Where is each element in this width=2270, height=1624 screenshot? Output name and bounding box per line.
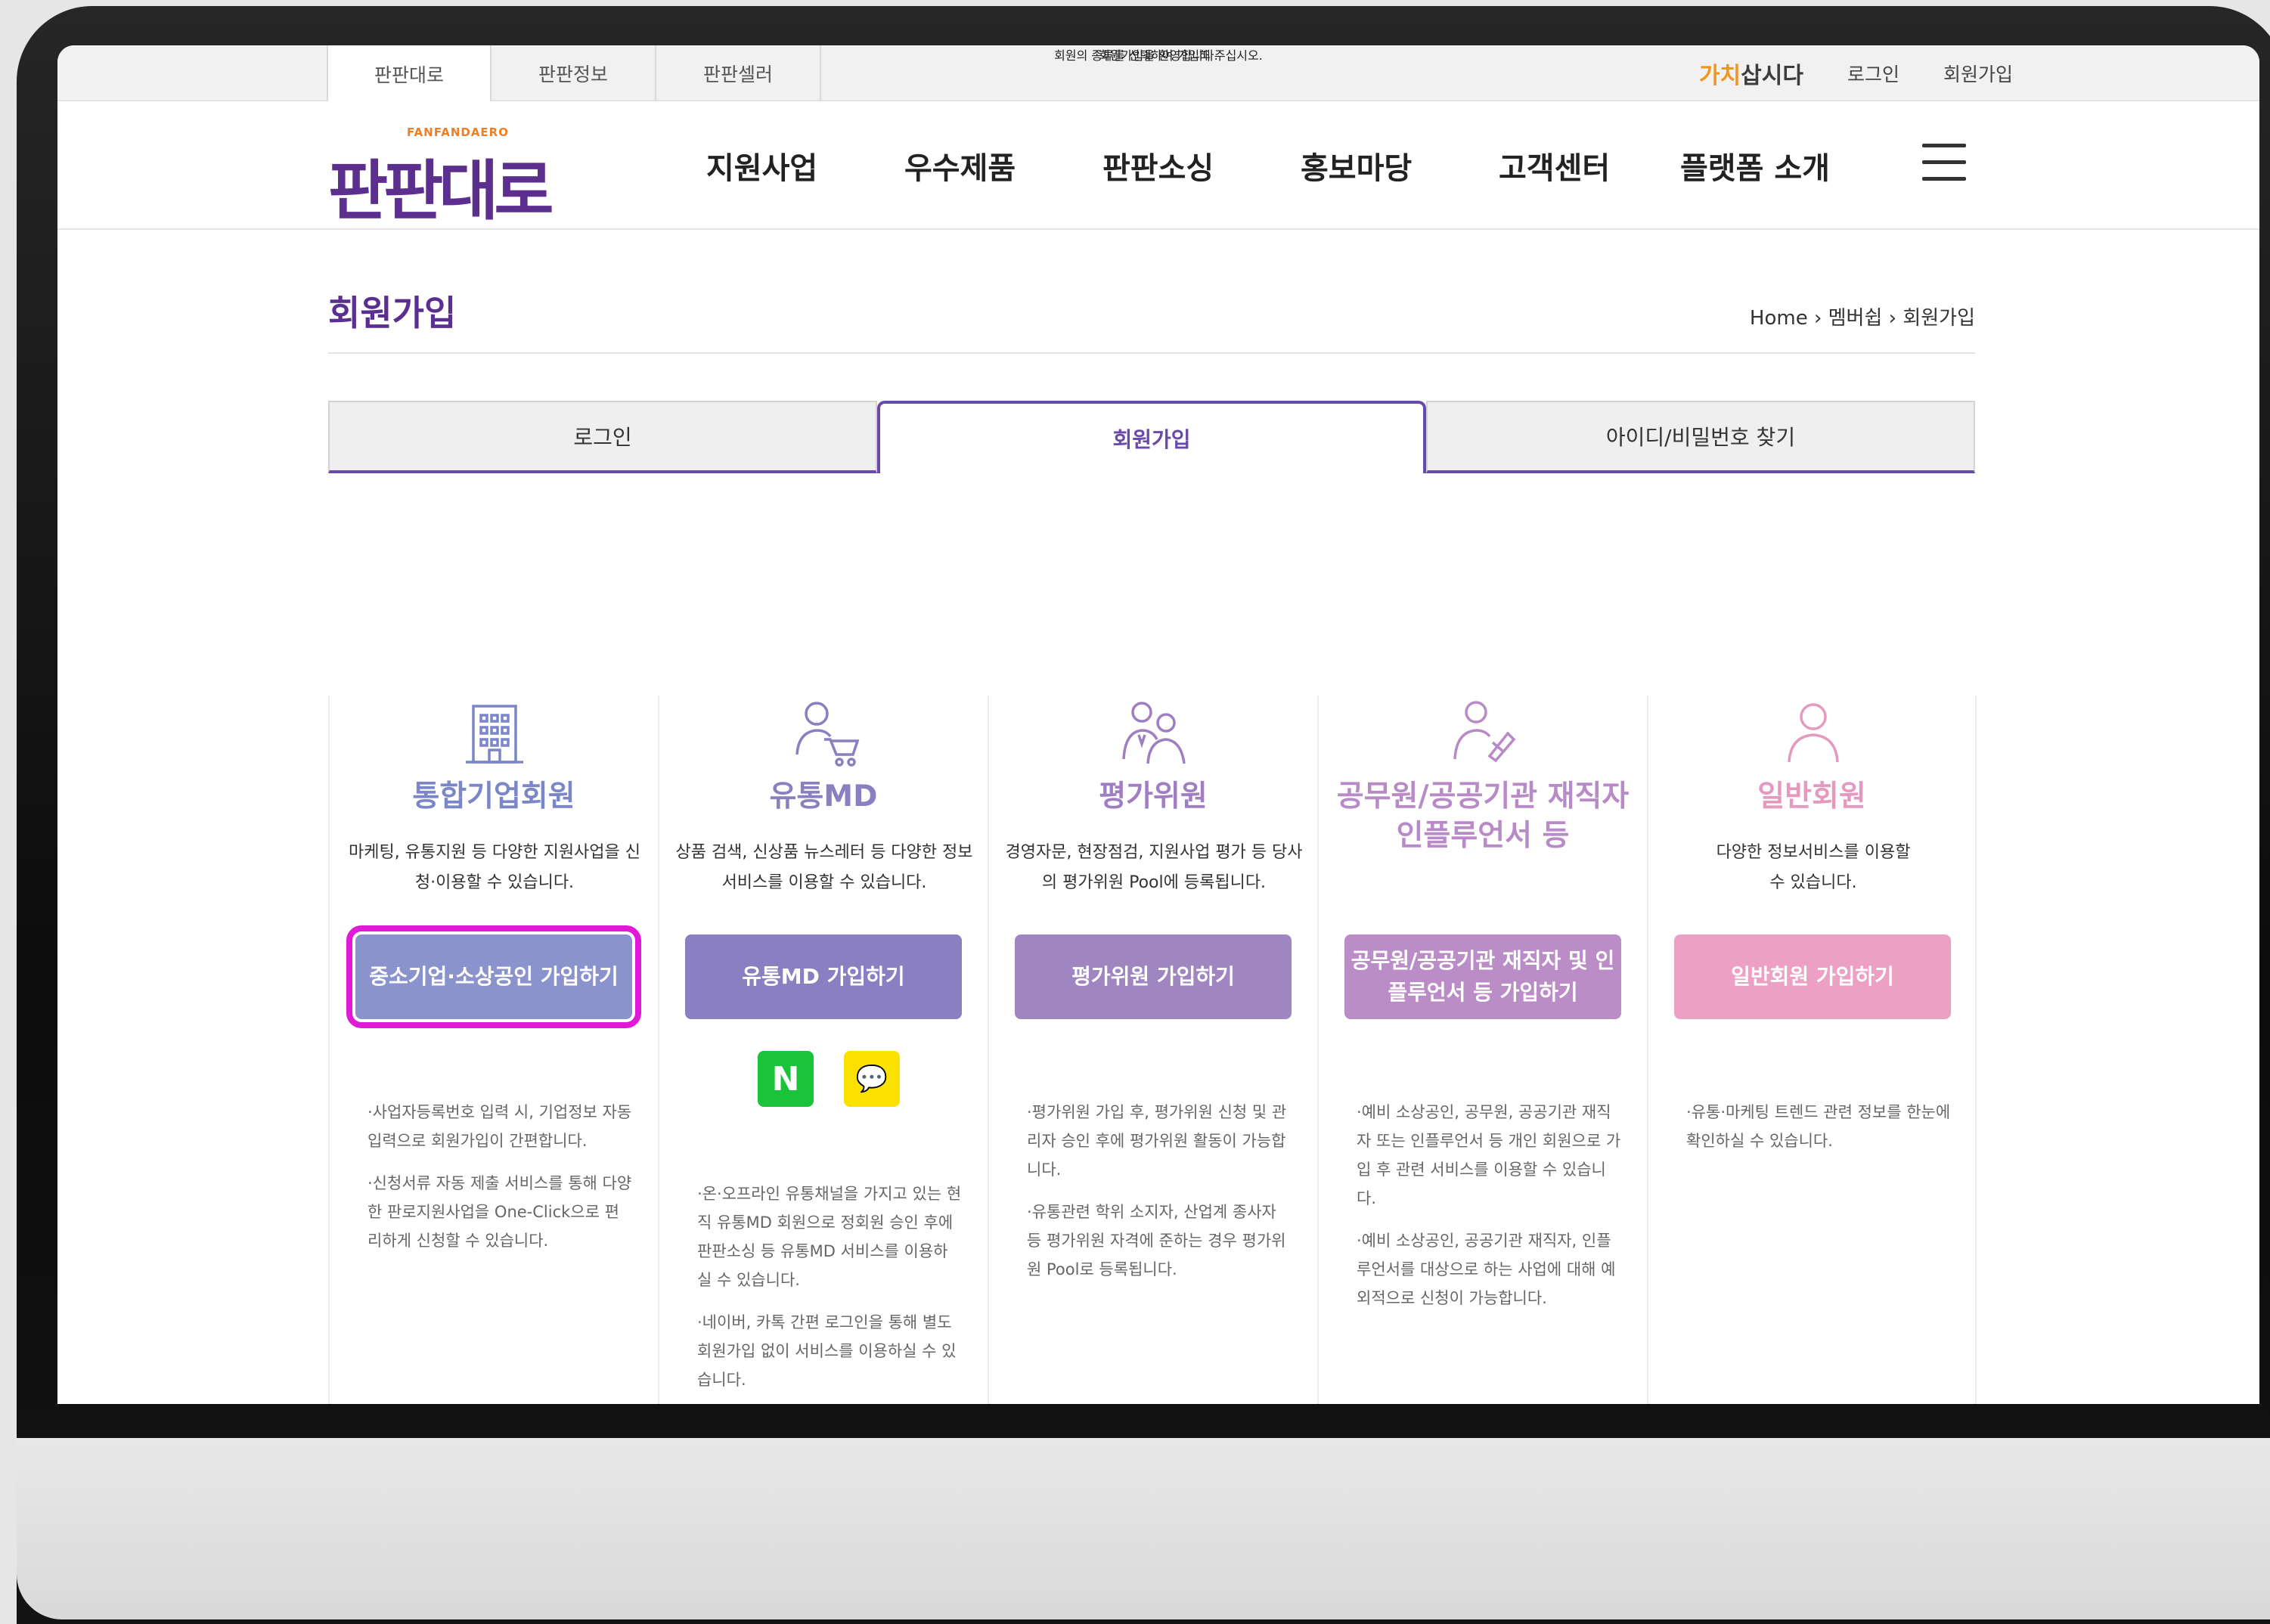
menu-platform-intro[interactable]: 플랫폼 소개	[1680, 144, 1830, 188]
divider	[328, 352, 1975, 354]
member-notes: ·사업자등록번호 입력 시, 기업정보 자동입력으로 회원가입이 간편합니다. …	[367, 1103, 632, 1250]
hamburger-menu-icon[interactable]	[1922, 144, 1966, 183]
menu-promotion[interactable]: 홍보마당	[1301, 144, 1499, 188]
main-menu: 지원사업 우수제품 판판소싱 홍보마당 고객센터 플랫폼 소개	[706, 101, 1830, 230]
tab-signup[interactable]: 회원가입	[877, 401, 1426, 473]
member-title: 평가위원	[1099, 779, 1208, 814]
page-title: 회원가입	[328, 293, 457, 333]
menu-fanfan-sourcing[interactable]: 판판소싱	[1102, 144, 1301, 188]
signup-link[interactable]: 회원가입	[1943, 60, 2013, 87]
member-title: 일반회원	[1757, 779, 1866, 814]
naver-login-icon[interactable]: N	[758, 1051, 814, 1107]
member-tabs: 로그인 회원가입 아이디/비밀번호 찾기	[328, 401, 1975, 473]
welcome-subtext: 회원의 종류를 선택하여 가입해 주십시오.	[1054, 48, 1263, 63]
member-card-md: 유통MD 상품 검색, 신상품 뉴스레터 등 다양한 정보서비스를 이용할 수 …	[658, 696, 988, 1404]
shopping-cart-user-icon	[795, 702, 860, 767]
menu-customer-center[interactable]: 고객센터	[1499, 144, 1680, 188]
member-title: 공무원/공공기관 재직자 인플루언서 등	[1336, 779, 1630, 853]
signup-general-button[interactable]: 일반회원 가입하기	[1674, 934, 1951, 1019]
breadcrumb: Home › 멤버쉽 › 회원가입	[1749, 307, 1975, 330]
menu-excellent-products[interactable]: 우수제품	[904, 144, 1102, 188]
menu-support-projects[interactable]: 지원사업	[706, 144, 904, 188]
member-description: 다양한 정보서비스를 이용할 수 있습니다.	[1716, 843, 1911, 892]
login-link[interactable]: 로그인	[1847, 60, 1899, 87]
social-login: N 💬	[758, 1051, 900, 1107]
signup-evaluator-button[interactable]: 평가위원 가입하기	[1015, 934, 1292, 1019]
kakao-login-icon[interactable]: 💬	[844, 1051, 900, 1107]
member-title: 통합기업회원	[412, 779, 575, 814]
building-icon	[466, 705, 523, 764]
official-influencer-icon	[1453, 701, 1516, 763]
member-notes: ·온·오프라인 유통채널을 가지고 있는 현직 유통MD 회원으로 정회원 승인…	[697, 1185, 962, 1389]
tab-find-account[interactable]: 아이디/비밀번호 찾기	[1426, 401, 1975, 473]
member-notes: ·예비 소상공인, 공무원, 공공기관 재직자 또는 인플루언서 등 개인 회원…	[1357, 1103, 1621, 1307]
member-description: 경영자문, 현장점검, 지원사업 평가 등 당사의 평가위원 Pool에 등록됩…	[1005, 843, 1303, 892]
member-card-official: 공무원/공공기관 재직자 인플루언서 등 공무원/공공기관 재직자 및 인플루언…	[1317, 696, 1647, 1404]
tab-login[interactable]: 로그인	[328, 401, 877, 473]
monitor-stand-base	[17, 1438, 2270, 1619]
member-card-company: 통합기업회원 마케팅, 유통지원 등 다양한 지원사업을 신청·이용할 수 있습…	[328, 696, 658, 1404]
site-logo[interactable]: FANFANDAERO 판판대로	[328, 121, 600, 229]
member-type-columns: 통합기업회원 마케팅, 유통지원 등 다양한 지원사업을 신청·이용할 수 있습…	[328, 696, 1977, 1404]
main-navigation: FANFANDAERO 판판대로 지원사업 우수제품 판판소싱 홍보마당 고객센…	[57, 101, 2259, 230]
member-card-evaluator: 평가위원 경영자문, 현장점검, 지원사업 평가 등 당사의 평가위원 Pool…	[988, 696, 1317, 1404]
member-notes: ·유통·마케팅 트렌드 관련 정보를 한눈에 확인하실 수 있습니다.	[1686, 1103, 1951, 1150]
member-title: 유통MD	[769, 779, 878, 814]
evaluators-icon	[1122, 702, 1186, 764]
browser-screen: 판판대로 판판정보 판판셀러 가치삽시다 로그인 회원가입 FANFANDAER…	[57, 45, 2259, 1404]
signup-md-button[interactable]: 유통MD 가입하기	[685, 934, 962, 1019]
member-description: 상품 검색, 신상품 뉴스레터 등 다양한 정보서비스를 이용할 수 있습니다.	[675, 843, 973, 892]
member-notes: ·평가위원 가입 후, 평가위원 신청 및 관리자 승인 후에 평가위원 활동이…	[1027, 1103, 1287, 1278]
member-description: 마케팅, 유통지원 등 다양한 지원사업을 신청·이용할 수 있습니다.	[348, 843, 641, 892]
signup-company-button[interactable]: 중소기업·소상공인 가입하기	[346, 925, 641, 1028]
signup-official-button[interactable]: 공무원/공공기관 재직자 및 인플루언서 등 가입하기	[1344, 934, 1621, 1019]
user-icon	[1788, 703, 1839, 763]
member-card-general: 일반회원 다양한 정보서비스를 이용할 수 있습니다. 일반회원 가입하기 ·유…	[1647, 696, 1977, 1404]
